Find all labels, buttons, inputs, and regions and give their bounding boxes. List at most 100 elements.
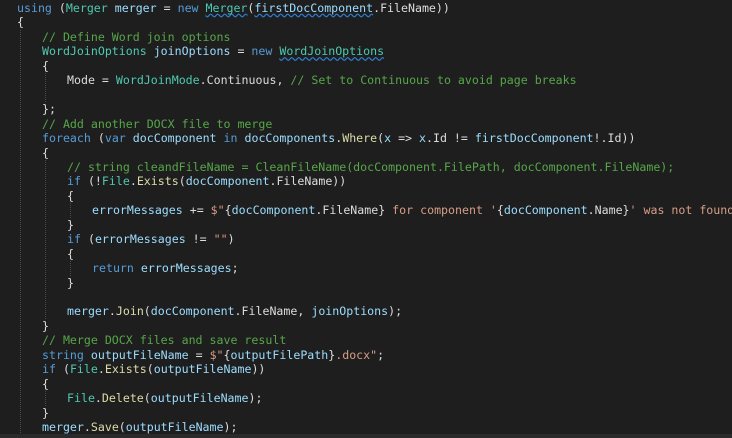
code-token: (: [178, 174, 186, 189]
code-token: };: [42, 102, 56, 117]
code-token: in: [223, 131, 238, 146]
code-token: docComponent: [503, 203, 588, 218]
code-token: }: [622, 203, 630, 218]
code-line[interactable]: merger.Save(outputFileName);: [42, 420, 237, 434]
code-line[interactable]: File.Delete(outputFileName);: [67, 391, 262, 405]
code-token: outputFilePath: [230, 347, 329, 362]
code-token: merger: [42, 420, 84, 435]
code-token: (: [80, 232, 95, 247]
code-line[interactable]: merger.Join(docComponent.FileName, joinO…: [67, 304, 402, 318]
code-line[interactable]: {: [67, 247, 74, 261]
code-token: merger: [114, 1, 157, 15]
code-line[interactable]: {: [17, 15, 24, 29]
code-line[interactable]: if (!File.Exists(docComponent.FileName)): [67, 174, 346, 188]
code-token: docComponents: [244, 131, 336, 146]
code-token: FileName: [241, 304, 298, 319]
code-token: .: [129, 174, 137, 189]
code-token: ;: [231, 261, 239, 276]
code-token: (: [143, 304, 151, 319]
code-line[interactable]: WordJoinOptions joinOptions = new WordJo…: [42, 44, 384, 58]
code-line[interactable]: if (File.Exists(outputFileName)): [42, 362, 265, 376]
code-token: );: [223, 420, 238, 435]
code-token: {: [42, 58, 49, 73]
code-token: .: [199, 73, 207, 88]
code-line[interactable]: {: [67, 189, 74, 203]
code-token: (: [51, 1, 66, 15]
code-token: File: [67, 391, 95, 406]
code-token: File: [101, 174, 130, 189]
code-line[interactable]: string outputFileName = $"{outputFilePat…: [42, 348, 384, 362]
code-token: Save: [90, 420, 119, 435]
code-token: ,: [276, 73, 291, 88]
code-line[interactable]: }: [42, 406, 49, 420]
code-token: "": [213, 232, 228, 247]
code-line[interactable]: using (Merger merger = new Merger(firstD…: [17, 1, 450, 15]
code-line[interactable]: }: [67, 218, 74, 232]
horizontal-scrollbar[interactable]: [0, 434, 732, 438]
code-token: Where: [342, 131, 378, 146]
code-line[interactable]: if (errorMessages != ""): [67, 232, 235, 246]
indent-guide: [45, 391, 46, 406]
code-token: {: [17, 15, 24, 30]
code-token: Join: [115, 304, 144, 319]
code-token: WordJoinOptions: [42, 44, 147, 59]
code-token: // Add another DOCX file to merge: [42, 116, 273, 131]
code-token: Continuous: [206, 73, 277, 88]
code-line[interactable]: foreach (var docComponent in docComponen…: [42, 131, 635, 145]
code-token: docComponent: [150, 304, 235, 319]
code-token: .: [108, 304, 116, 319]
code-token: using: [17, 1, 52, 15]
code-line[interactable]: Mode = WordJoinMode.Continuous, // Set t…: [67, 73, 577, 87]
code-token: .docx": [335, 347, 378, 362]
code-token: (: [143, 391, 151, 406]
code-token: foreach: [42, 131, 91, 146]
code-line[interactable]: {: [42, 377, 49, 391]
code-line[interactable]: {: [42, 59, 49, 73]
code-token: Merger: [65, 1, 108, 15]
code-token: Delete: [101, 391, 144, 406]
code-token: for component ': [385, 203, 497, 218]
code-token: Id: [607, 131, 622, 146]
code-line[interactable]: return errorMessages;: [92, 261, 239, 275]
code-token: }: [67, 275, 74, 290]
code-line[interactable]: // Merge DOCX files and save result: [42, 333, 286, 347]
code-token: ;: [377, 347, 385, 362]
code-token: Merger: [205, 1, 248, 15]
indent-guide: [70, 261, 71, 276]
code-token: ,: [297, 304, 312, 319]
code-line[interactable]: // Define Word join options: [42, 30, 230, 44]
indent-guide: [45, 159, 46, 319]
code-line[interactable]: }: [67, 276, 74, 290]
code-token: (: [55, 362, 70, 377]
code-line[interactable]: };: [42, 102, 56, 116]
code-token: Exists: [104, 362, 147, 377]
code-token: errorMessages: [140, 261, 232, 276]
code-token: (: [146, 362, 154, 377]
code-token: joinOptions: [311, 304, 389, 319]
code-token: errorMessages: [92, 203, 183, 218]
code-token: =>: [391, 131, 420, 146]
code-token: )): [251, 362, 266, 377]
code-token: {: [496, 203, 504, 218]
code-token: File: [69, 362, 98, 377]
code-line[interactable]: errorMessages += $"{docComponent.FileNam…: [92, 203, 732, 217]
code-token: =: [156, 1, 178, 15]
code-token: );: [248, 391, 263, 406]
code-token: docComponent: [185, 174, 270, 189]
code-token: {: [42, 376, 49, 391]
code-token: WordJoinOptions: [279, 44, 385, 59]
code-token: !.: [593, 131, 608, 146]
code-editor[interactable]: using (Merger merger = new Merger(firstD…: [0, 0, 732, 438]
code-token: outputFileName: [150, 391, 249, 406]
code-line[interactable]: // string cleandFileName = CleanFileName…: [67, 160, 674, 174]
code-token: {: [224, 203, 232, 218]
code-line[interactable]: {: [42, 146, 49, 160]
code-line[interactable]: // Add another DOCX file to merge: [42, 117, 272, 131]
code-token: )): [621, 131, 636, 146]
code-line[interactable]: }: [42, 319, 49, 333]
